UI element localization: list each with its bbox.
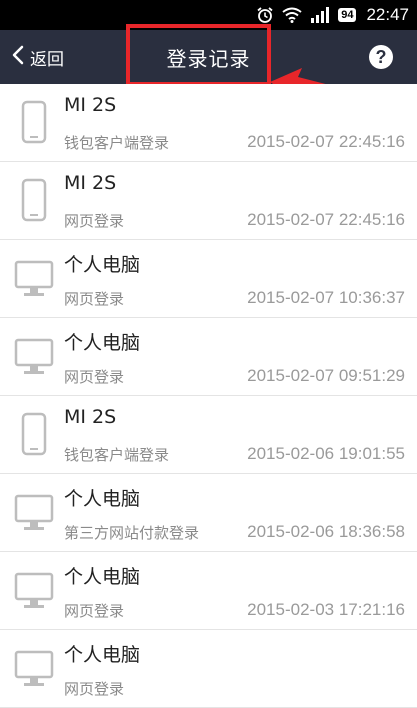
login-method: 网页登录 (64, 602, 125, 620)
login-time: 2015-02-07 10:36:37 (247, 288, 405, 307)
status-bar: 94 22:47 (0, 0, 417, 30)
record-item[interactable]: MI 2S 钱包客户端登录 2015-02-06 19:01:55 (0, 396, 417, 474)
record-item[interactable]: 个人电脑第三方网站付款登录 2015-02-06 18:36:58 (0, 474, 417, 552)
computer-icon (14, 494, 54, 532)
phone-icon (21, 100, 47, 144)
login-time: 2015-02-07 22:45:16 (247, 210, 405, 229)
device-name: MI 2S (64, 172, 117, 194)
record-item[interactable]: MI 2S 网页登录 2015-02-07 22:45:16 (0, 162, 417, 240)
battery-icon: 94 (338, 8, 357, 22)
phone-icon (21, 412, 47, 456)
login-method: 钱包客户端登录 (64, 134, 170, 152)
computer-icon (14, 338, 54, 376)
login-method: 钱包客户端登录 (64, 446, 170, 464)
device-name: MI 2S (64, 406, 117, 428)
computer-icon (14, 650, 54, 688)
login-method: 网页登录 (64, 368, 125, 386)
device-name: 个人电脑 (64, 254, 141, 276)
login-time: 2015-02-03 17:21:16 (247, 600, 405, 619)
device-name: MI 2S (64, 94, 117, 116)
device-name: 个人电脑 (64, 644, 141, 666)
login-record-list: MI 2S 钱包客户端登录 2015-02-07 22:45:16 MI 2S 网页登录… (0, 84, 417, 708)
computer-icon (14, 260, 54, 298)
status-time: 22:47 (366, 5, 409, 24)
device-name: 个人电脑 (64, 488, 141, 510)
login-time: 2015-02-07 09:51:29 (247, 366, 405, 385)
login-method: 第三方网站付款登录 (64, 524, 200, 542)
login-method: 网页登录 (64, 212, 125, 230)
alarm-icon (256, 6, 274, 24)
page-title: 登录记录 (166, 46, 251, 71)
login-method: 网页登录 (64, 680, 125, 698)
help-icon[interactable]: ? (369, 45, 393, 69)
login-time: 2015-02-06 18:36:58 (247, 522, 405, 541)
phone-icon (21, 178, 47, 222)
record-item[interactable]: 个人电脑网页登录 2015-02-03 17:21:16 (0, 552, 417, 630)
device-name: 个人电脑 (64, 566, 141, 588)
login-time: 2015-02-06 19:01:55 (247, 444, 405, 463)
login-method: 网页登录 (64, 290, 125, 308)
login-time: 2015-02-07 22:45:16 (247, 132, 405, 151)
record-item[interactable]: 个人电脑网页登录 2015-02-07 10:36:37 (0, 240, 417, 318)
signal-icon (310, 7, 330, 23)
computer-icon (14, 572, 54, 610)
record-item[interactable]: 个人电脑网页登录 2015-02-07 09:51:29 (0, 318, 417, 396)
record-item[interactable]: 个人电脑 网页登录 (0, 630, 417, 708)
nav-bar: 返回 登录记录 ? (0, 30, 417, 84)
record-item[interactable]: MI 2S 钱包客户端登录 2015-02-07 22:45:16 (0, 84, 417, 162)
wifi-icon (282, 7, 302, 23)
device-name: 个人电脑 (64, 332, 141, 354)
